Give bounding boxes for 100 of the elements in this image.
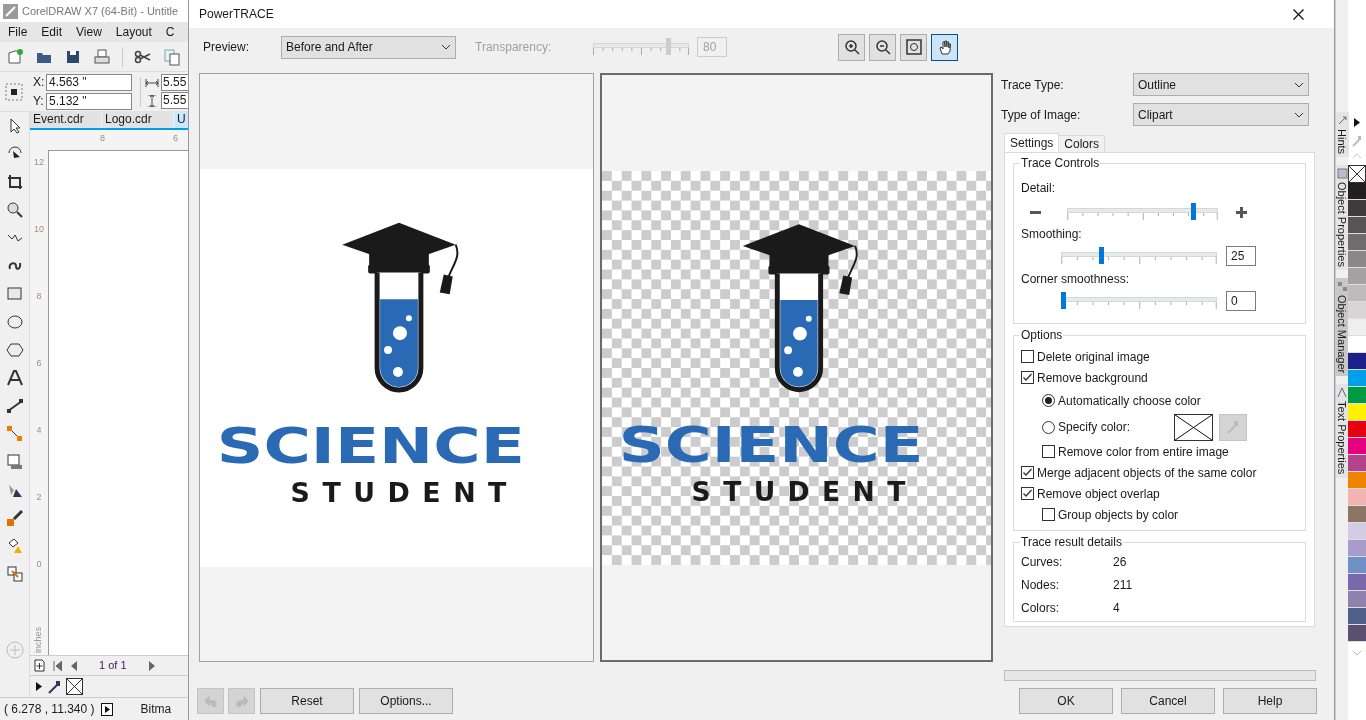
document-tab[interactable]: Event.cdr	[30, 111, 101, 128]
dialog-button[interactable]: OK	[1019, 688, 1113, 714]
radio-button[interactable]	[1042, 420, 1055, 434]
color-swatch[interactable]	[1348, 472, 1366, 489]
docker-tab[interactable]: Object Manager	[1335, 278, 1349, 377]
menu-item[interactable]: C	[165, 23, 175, 41]
color-swatch[interactable]	[1348, 217, 1366, 234]
smart-fill-icon[interactable]	[5, 565, 24, 583]
checkbox[interactable]	[1042, 508, 1055, 521]
color-swatch[interactable]	[1348, 523, 1366, 540]
color-swatch[interactable]	[1348, 591, 1366, 608]
field-label: Trace Type:	[1001, 76, 1065, 94]
dropdown[interactable]: Clipart	[1133, 103, 1309, 126]
input-field[interactable]: 4.563 "	[46, 73, 132, 91]
result-label: Nodes:	[1021, 576, 1061, 594]
color-swatch[interactable]	[1348, 251, 1366, 268]
radio-button[interactable]	[1042, 394, 1055, 407]
color-swatch[interactable]	[1348, 183, 1366, 200]
checkbox[interactable]	[1021, 350, 1034, 363]
color-swatch[interactable]	[1348, 370, 1366, 387]
color-swatch[interactable]	[1348, 438, 1366, 455]
color-swatch[interactable]	[1348, 455, 1366, 472]
ellipse-icon[interactable]	[5, 313, 24, 331]
dialog-button[interactable]: Reset	[260, 688, 354, 714]
ruler-unit: inches	[32, 626, 45, 653]
color-swatch[interactable]	[1348, 200, 1366, 217]
logo-title: SCIENCE	[618, 415, 924, 473]
menu-item[interactable]: Edit	[41, 23, 63, 41]
zoom-out-button[interactable]	[869, 33, 896, 61]
color-swatch[interactable]	[1348, 608, 1366, 625]
docker-tab[interactable]: Hints	[1335, 112, 1349, 158]
menu-item[interactable]: Layout	[115, 23, 152, 41]
color-swatch[interactable]	[1348, 557, 1366, 574]
color-swatch[interactable]	[1348, 574, 1366, 591]
text-tool-icon[interactable]	[5, 369, 24, 387]
group-title: Options	[1020, 328, 1064, 342]
color-swatch[interactable]	[1348, 387, 1366, 404]
menu-item[interactable]: View	[76, 23, 102, 41]
window-title: CorelDRAW X7 (64-Bit) - Untitle	[22, 3, 179, 19]
zoom-fit-button[interactable]	[900, 33, 927, 61]
color-swatch[interactable]	[1348, 268, 1366, 285]
checkbox-label: Remove color from entire image	[1058, 443, 1229, 461]
printer-icon[interactable]	[93, 47, 111, 66]
color-swatch[interactable]	[1348, 421, 1366, 438]
checkbox-label: Remove object overlap	[1037, 485, 1160, 503]
ruler-label: 6	[36, 358, 42, 368]
drop-shadow-icon[interactable]	[5, 453, 24, 471]
slider-thumb[interactable]	[1191, 203, 1197, 220]
menu-item[interactable]: File	[8, 23, 28, 41]
line-tool-icon[interactable]	[5, 397, 24, 415]
document-tab[interactable]: U	[174, 111, 188, 128]
tab[interactable]: Settings	[1004, 133, 1060, 152]
checkbox[interactable]	[1021, 487, 1034, 500]
new-document-icon[interactable]	[6, 47, 24, 66]
crop-icon[interactable]	[5, 173, 24, 191]
group-title: Trace Controls	[1020, 156, 1101, 170]
dropdown[interactable]: Before and After	[281, 35, 456, 59]
zoom-in-button[interactable]	[838, 33, 865, 61]
color-swatch[interactable]	[1348, 319, 1366, 336]
color-swatch[interactable]	[1348, 540, 1366, 557]
play-arrow-icon	[1354, 118, 1360, 127]
slider-thumb[interactable]	[1098, 247, 1104, 264]
document-tab[interactable]: Logo.cdr	[102, 111, 173, 128]
eyedropper-icon[interactable]	[5, 509, 24, 527]
hand-button[interactable]	[931, 33, 958, 61]
docker-tab[interactable]: Text Properties	[1335, 384, 1349, 478]
undo-arrow-icon	[204, 695, 217, 707]
slider-label: Smoothing:	[1021, 226, 1083, 243]
rectangle-icon[interactable]	[5, 285, 24, 303]
slider-thumb[interactable]	[1061, 292, 1066, 309]
dialog-button[interactable]: Options...	[359, 688, 453, 714]
dropdown[interactable]: Outline	[1133, 73, 1309, 96]
magnifier-icon[interactable]	[5, 201, 24, 219]
color-swatch[interactable]	[1348, 506, 1366, 523]
copy-icon[interactable]	[163, 47, 181, 66]
ruler-label: 6	[173, 132, 178, 145]
color-swatch[interactable]	[1348, 625, 1366, 642]
eyedropper-icon	[1227, 420, 1239, 434]
close-icon[interactable]	[1293, 8, 1304, 20]
checkbox[interactable]	[1021, 371, 1034, 384]
dialog-button[interactable]: Help	[1223, 688, 1317, 714]
input-field[interactable]: 5.55	[161, 92, 188, 109]
color-swatch[interactable]	[1348, 285, 1366, 302]
color-swatch[interactable]	[1348, 302, 1366, 319]
input-field[interactable]: 5.132 "	[46, 92, 132, 110]
color-swatch[interactable]	[1348, 234, 1366, 251]
input-field[interactable]: 5.55	[161, 74, 188, 91]
color-swatch[interactable]	[1348, 336, 1366, 353]
input-field[interactable]: 25	[1226, 246, 1256, 266]
checkbox[interactable]	[1042, 445, 1055, 458]
no-color-swatch-icon	[1174, 413, 1213, 441]
color-swatch[interactable]	[1348, 404, 1366, 421]
color-swatch[interactable]	[1348, 353, 1366, 370]
color-swatch[interactable]	[1348, 489, 1366, 506]
polygon-icon[interactable]	[5, 341, 24, 359]
dialog-button[interactable]: Cancel	[1121, 688, 1215, 714]
checkbox[interactable]	[1021, 466, 1034, 479]
docker-tab[interactable]: Object Properties	[1335, 165, 1349, 271]
input-field[interactable]: 0	[1226, 291, 1256, 311]
tab[interactable]: Colors	[1058, 135, 1106, 152]
